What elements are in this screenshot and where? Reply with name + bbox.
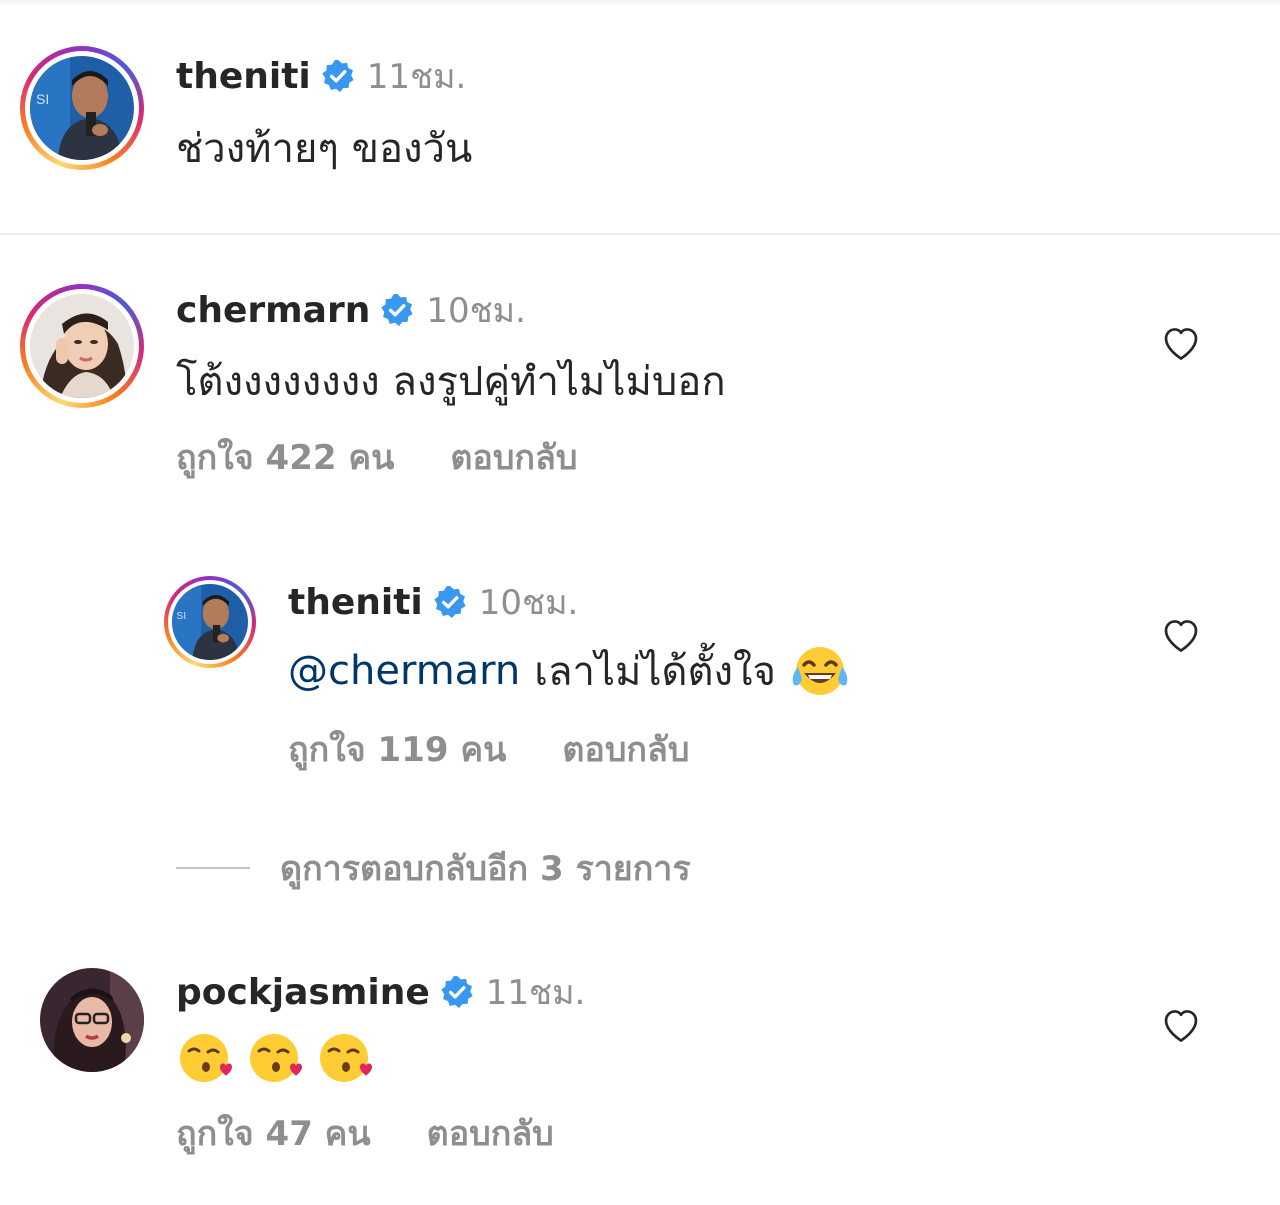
top-edge — [0, 0, 1280, 6]
like-heart-icon[interactable] — [1161, 616, 1201, 656]
comment-likes-count[interactable]: ถูกใจ 422 คน — [176, 430, 394, 484]
comment-likes-count[interactable]: ถูกใจ 47 คน — [176, 1106, 371, 1160]
verified-badge-icon — [322, 59, 354, 93]
reply-avatar[interactable]: SI — [164, 576, 256, 668]
comment-reply-button[interactable]: ตอบกลับ — [450, 430, 577, 484]
verified-badge-icon — [434, 585, 466, 619]
svg-text:SI: SI — [36, 91, 49, 107]
reply-timestamp: 10ชม. — [478, 583, 579, 623]
face-blowing-a-kiss-icon — [180, 1034, 232, 1082]
reply-mention-link[interactable]: @chermarn — [288, 648, 520, 694]
theniti-profile-photo: SI — [172, 584, 248, 660]
face-blowing-a-kiss-icon — [320, 1034, 372, 1082]
caption-username[interactable]: theniti — [176, 56, 311, 97]
view-more-replies-label: ดูการตอบกลับอีก 3 รายการ — [280, 849, 691, 889]
comment-emoji-row — [176, 1028, 378, 1088]
svg-text:SI: SI — [176, 611, 186, 622]
replies-rule — [176, 867, 250, 869]
view-more-replies-button[interactable]: ดูการตอบกลับอีก 3 รายการ — [176, 842, 691, 894]
comment-timestamp: 10ชม. — [426, 291, 526, 331]
comment-reply-button[interactable]: ตอบกลับ — [427, 1106, 554, 1160]
face-with-tears-of-joy-icon — [792, 647, 848, 695]
caption-avatar[interactable]: SI — [20, 46, 144, 170]
reply-username[interactable]: theniti — [288, 582, 423, 623]
pockjasmine-profile-photo — [40, 968, 144, 1072]
comment-username[interactable]: pockjasmine — [176, 972, 430, 1013]
verified-badge-icon — [381, 293, 413, 327]
face-blowing-a-kiss-icon — [250, 1034, 302, 1082]
caption-text: ช่วงท้ายๆ ของวัน — [176, 126, 473, 172]
caption-timestamp: 11ชม. — [366, 57, 467, 97]
chermarn-profile-photo — [30, 294, 134, 398]
comment-timestamp: 11ชม. — [485, 973, 586, 1013]
theniti-profile-photo: SI — [30, 56, 134, 160]
reply-text: เลาไม่ได้ตั้งใจ — [534, 649, 776, 695]
comment-text: โต้งงงงงงงง ลงรูปคู่ทำไมไม่บอก — [176, 359, 726, 405]
reply-likes-count[interactable]: ถูกใจ 119 คน — [288, 722, 506, 776]
chermarn-avatar[interactable] — [20, 284, 144, 408]
like-heart-icon[interactable] — [1161, 324, 1201, 364]
caption-divider — [0, 233, 1280, 235]
comment-username[interactable]: chermarn — [176, 290, 370, 331]
reply-reply-button[interactable]: ตอบกลับ — [562, 722, 689, 776]
verified-badge-icon — [441, 975, 473, 1009]
pockjasmine-avatar[interactable] — [40, 968, 144, 1072]
like-heart-icon[interactable] — [1161, 1006, 1201, 1046]
